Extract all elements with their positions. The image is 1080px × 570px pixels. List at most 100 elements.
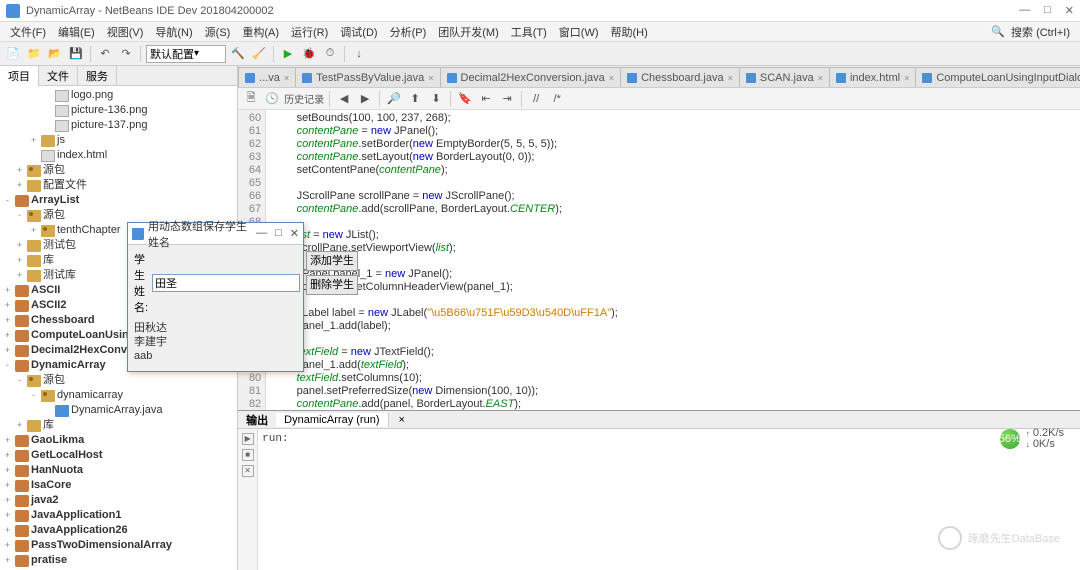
clear-icon[interactable]: ✕ [242, 465, 254, 477]
tree-node[interactable]: +JavaApplication26 [0, 523, 237, 538]
history-label: 历史记录 [284, 91, 324, 106]
del-student-button[interactable]: 删除学生 [306, 275, 358, 295]
tree-node[interactable]: +GaoLikma [0, 433, 237, 448]
tree-node[interactable]: +GetLocalHost [0, 448, 237, 463]
nav-fwd-icon[interactable]: ▶ [356, 90, 374, 108]
name-label: 学生姓名: [134, 251, 148, 315]
tab-projects[interactable]: 项目 [0, 66, 39, 86]
output-close-icon[interactable]: × [391, 413, 413, 427]
file-tab[interactable]: index.html× [829, 67, 916, 87]
close-button[interactable]: ✕ [1065, 4, 1074, 17]
menu-edit[interactable]: 编辑(E) [52, 24, 101, 40]
add-student-button[interactable]: 添加学生 [306, 251, 358, 271]
minimize-button[interactable]: — [1019, 4, 1030, 17]
new-file-icon[interactable]: 📄 [4, 45, 22, 63]
menu-profile[interactable]: 分析(P) [384, 24, 433, 40]
watermark: 琢磨先生DataBase [938, 526, 1060, 550]
menu-team[interactable]: 团队开发(M) [432, 24, 505, 40]
open-icon[interactable]: 📂 [46, 45, 64, 63]
debug-icon[interactable]: 🐞 [300, 45, 318, 63]
menu-tools[interactable]: 工具(T) [505, 24, 553, 40]
tree-node[interactable]: +源包 [0, 163, 237, 178]
tree-node[interactable]: picture-137.png [0, 118, 237, 133]
tree-node[interactable]: -ArrayList [0, 193, 237, 208]
wechat-icon [938, 526, 962, 550]
redo-icon[interactable]: ↷ [117, 45, 135, 63]
file-tab[interactable]: ...va× [238, 67, 296, 87]
student-list[interactable]: 田秋达李建宇aab [134, 319, 300, 365]
uncomment-icon[interactable]: /* [548, 90, 566, 108]
download-progress[interactable]: 56% [1000, 429, 1020, 449]
nav-back-icon[interactable]: ◀ [335, 90, 353, 108]
tree-node[interactable]: +java2 [0, 493, 237, 508]
step-icon[interactable]: ↓ [350, 45, 368, 63]
tree-node[interactable]: +pratise [0, 553, 237, 568]
maximize-button[interactable]: □ [1044, 4, 1051, 17]
profile-icon[interactable]: ⏱ [321, 45, 339, 63]
window-title: DynamicArray - NetBeans IDE Dev 20180420… [26, 5, 1019, 17]
tree-node[interactable]: +HanNuota [0, 463, 237, 478]
tree-node[interactable]: +js [0, 133, 237, 148]
new-project-icon[interactable]: 📁 [25, 45, 43, 63]
name-input[interactable] [152, 274, 300, 292]
output-tab-label[interactable]: 输出 [238, 411, 276, 429]
run-icon[interactable]: ▶ [279, 45, 297, 63]
java-icon [132, 228, 144, 240]
tab-services[interactable]: 服务 [78, 66, 117, 86]
tree-node[interactable]: index.html [0, 148, 237, 163]
dlg-maximize-icon[interactable]: □ [275, 227, 282, 240]
tree-node[interactable]: +PassTwoDimensionalArray [0, 538, 237, 553]
tree-node[interactable]: logo.png [0, 88, 237, 103]
menu-refactor[interactable]: 重构(A) [236, 24, 285, 40]
shift-right-icon[interactable]: ⇥ [498, 90, 516, 108]
tab-files[interactable]: 文件 [39, 66, 78, 86]
undo-icon[interactable]: ↶ [96, 45, 114, 63]
code-editor[interactable]: setBounds(100, 100, 237, 268); contentPa… [266, 110, 1080, 410]
tree-node[interactable]: DynamicArray.java [0, 403, 237, 418]
menu-source[interactable]: 源(S) [199, 24, 237, 40]
shift-left-icon[interactable]: ⇤ [477, 90, 495, 108]
config-combo[interactable]: 默认配置 ▾ [146, 45, 226, 63]
down-arrow-icon: ↓ [1026, 440, 1030, 449]
tree-node[interactable]: -源包 [0, 373, 237, 388]
history-icon[interactable]: 🕓 [263, 90, 281, 108]
global-search[interactable]: 🔍 搜索 (Ctrl+I) [991, 24, 1076, 40]
comment-icon[interactable]: // [527, 90, 545, 108]
source-view-icon[interactable]: 🗎 [242, 90, 260, 108]
menu-debug[interactable]: 调试(D) [334, 24, 383, 40]
menu-file[interactable]: 文件(F) [4, 24, 52, 40]
clean-icon[interactable]: 🧹 [250, 45, 268, 63]
file-tab-bar: ...va×TestPassByValue.java×Decimal2HexCo… [238, 66, 1080, 88]
tree-node[interactable]: +配置文件 [0, 178, 237, 193]
dlg-close-icon[interactable]: ✕ [290, 227, 299, 240]
menu-navigate[interactable]: 导航(N) [149, 24, 198, 40]
dialog-title: 用动态数组保存学生姓名 [148, 218, 256, 250]
tree-node[interactable]: +库 [0, 418, 237, 433]
tree-node[interactable]: +IsaCore [0, 478, 237, 493]
tree-node[interactable]: -dynamicarray [0, 388, 237, 403]
file-tab[interactable]: SCAN.java× [739, 67, 830, 87]
hammer-icon[interactable]: 🔨 [229, 45, 247, 63]
output-run-tab[interactable]: DynamicArray (run) [276, 413, 388, 427]
menu-view[interactable]: 视图(V) [101, 24, 150, 40]
prev-mark-icon[interactable]: ⬆ [406, 90, 424, 108]
file-tab[interactable]: Chessboard.java× [620, 67, 740, 87]
save-all-icon[interactable]: 💾 [67, 45, 85, 63]
file-tab[interactable]: TestPassByValue.java× [295, 67, 440, 87]
dlg-minimize-icon[interactable]: — [256, 227, 267, 240]
tree-node[interactable]: picture-136.png [0, 103, 237, 118]
find-icon[interactable]: 🔎 [385, 90, 403, 108]
toggle-bookmark-icon[interactable]: 🔖 [456, 90, 474, 108]
file-tab[interactable]: ComputeLoanUsingInputDialog.java× [915, 67, 1080, 87]
next-mark-icon[interactable]: ⬇ [427, 90, 445, 108]
download-widget: 56% ↑ 0.2K/s ↓ 0K/s [1000, 428, 1064, 450]
stop-icon[interactable]: ■ [242, 449, 254, 461]
editor-toolbar: 🗎 🕓 历史记录 ◀ ▶ 🔎 ⬆ ⬇ 🔖 ⇤ ⇥ // /* [238, 88, 1080, 110]
rerun-icon[interactable]: ▶ [242, 433, 254, 445]
tree-node[interactable]: +JavaApplication1 [0, 508, 237, 523]
menu-window[interactable]: 窗口(W) [553, 24, 605, 40]
download-rate: 0K/s [1033, 438, 1055, 450]
file-tab[interactable]: Decimal2HexConversion.java× [440, 67, 622, 87]
menu-help[interactable]: 帮助(H) [605, 24, 654, 40]
menu-run[interactable]: 运行(R) [285, 24, 334, 40]
